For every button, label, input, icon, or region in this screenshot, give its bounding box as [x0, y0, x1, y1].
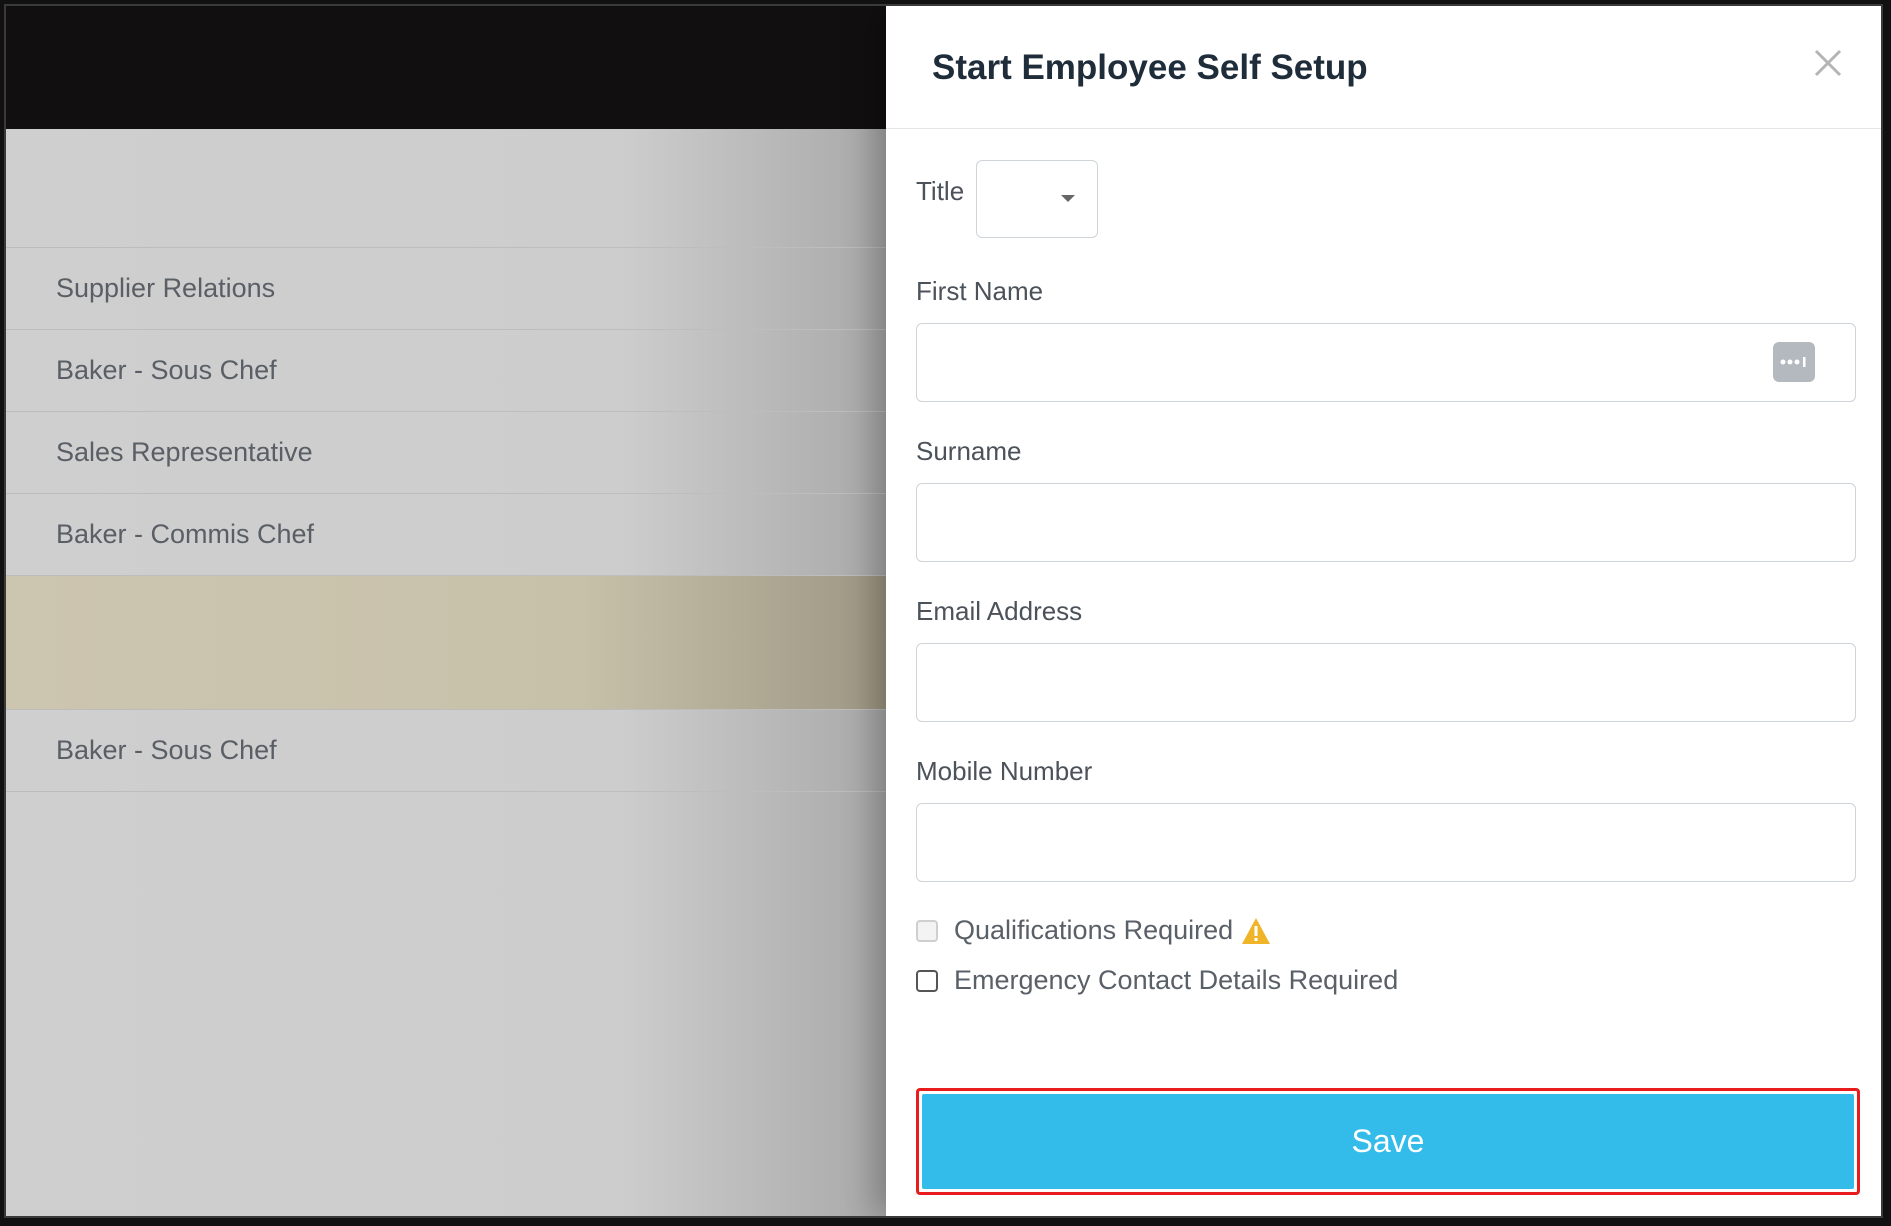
surname-field[interactable] [916, 483, 1856, 562]
panel-header: Start Employee Self Setup [886, 6, 1881, 129]
panel-title: Start Employee Self Setup [932, 48, 1368, 87]
list-item[interactable]: Sales Representative [6, 412, 886, 494]
mobile-label: Mobile Number [916, 756, 1093, 786]
emergency-row: Emergency Contact Details Required [916, 965, 1398, 996]
list-item[interactable]: Baker - Sous Chef [6, 710, 886, 792]
title-select[interactable] [976, 160, 1098, 238]
warning-icon [1241, 917, 1271, 945]
app-frame: Supplier Relations Baker - Sous Chef Sal… [4, 4, 1883, 1218]
title-label: Title [916, 176, 965, 206]
email-field[interactable] [916, 643, 1856, 722]
list-item[interactable]: Supplier Relations [6, 248, 886, 330]
emergency-checkbox[interactable] [916, 969, 938, 992]
email-label: Email Address [916, 596, 1083, 626]
mobile-field[interactable] [916, 803, 1856, 882]
list-header [6, 129, 886, 248]
list-item-highlighted[interactable] [6, 576, 886, 710]
first-name-label: First Name [916, 276, 1044, 306]
close-icon[interactable] [1811, 46, 1845, 80]
emergency-label: Emergency Contact Details Required [954, 965, 1399, 995]
surname-label: Surname [916, 436, 1022, 466]
qualifications-label: Qualifications Required [954, 915, 1234, 945]
side-panel: Start Employee Self Setup Title First Na… [886, 6, 1881, 1216]
save-button-highlight: Save [916, 1088, 1860, 1195]
background-list: Supplier Relations Baker - Sous Chef Sal… [6, 129, 886, 1216]
first-name-field[interactable] [916, 323, 1856, 402]
qualifications-row: Qualifications Required [916, 915, 1271, 946]
list-item[interactable]: Baker - Commis Chef [6, 494, 886, 576]
save-button[interactable]: Save [922, 1094, 1854, 1189]
list-item[interactable]: Baker - Sous Chef [6, 330, 886, 412]
password-manager-icon[interactable] [1773, 342, 1815, 382]
qualifications-checkbox[interactable] [916, 919, 938, 942]
chevron-down-icon [1061, 195, 1075, 202]
